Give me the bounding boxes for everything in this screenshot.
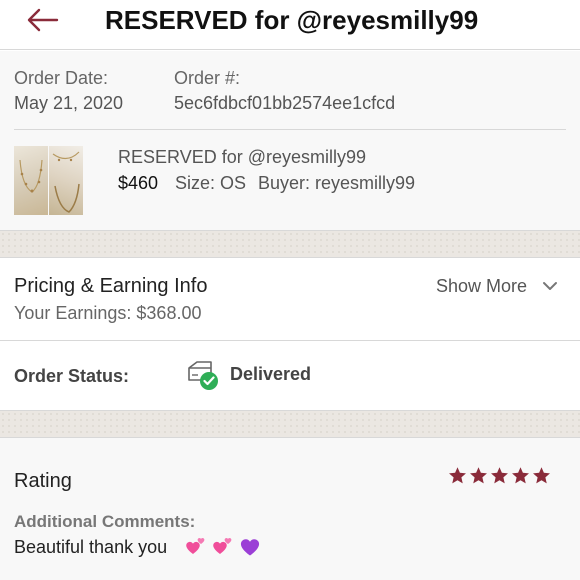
star-icon	[533, 467, 550, 484]
order-date-value: May 21, 2020	[14, 93, 124, 113]
star-icon	[512, 467, 529, 484]
back-button[interactable]	[24, 6, 64, 36]
thumbnail-photo	[49, 146, 83, 215]
two-hearts-icon	[213, 538, 232, 554]
item-price: $460	[118, 173, 159, 193]
order-item[interactable]: RESERVED for @reyesmilly99 $460 Size: OS…	[0, 130, 580, 230]
star-icon	[470, 467, 487, 484]
comments-text: Beautiful thank you	[14, 537, 168, 557]
order-status-row: Order Status: Delivered	[0, 340, 580, 410]
order-status-label: Order Status:	[14, 366, 130, 386]
order-number-value: 5ec6fdbcf01bb2574ee1cfcd	[174, 93, 396, 113]
star-icon	[491, 467, 508, 484]
section-separator	[0, 230, 580, 258]
earnings-text: Your Earnings: $368.00	[14, 303, 202, 323]
order-status-value: Delivered	[230, 364, 312, 384]
rating-title: Rating	[14, 470, 72, 492]
chevron-down-icon	[543, 282, 557, 290]
box-check-icon	[188, 361, 218, 390]
purple-heart-icon	[240, 539, 260, 556]
order-details: Order Date: May 21, 2020 Order #: 5ec6fd…	[0, 51, 580, 131]
order-date-label: Order Date:	[14, 68, 109, 88]
star-icon	[449, 467, 466, 484]
item-thumbnail	[14, 146, 83, 215]
show-more-label: Show More	[436, 276, 528, 296]
order-number-label: Order #:	[174, 68, 241, 88]
pricing-section: Pricing & Earning Info Your Earnings: $3…	[0, 258, 580, 340]
top-bar: RESERVED for @reyesmilly99	[0, 0, 580, 50]
comments-label: Additional Comments:	[14, 512, 196, 531]
item-buyer: Buyer: reyesmilly99	[258, 173, 416, 193]
section-separator	[0, 410, 580, 438]
show-more-button[interactable]: Show More	[436, 276, 557, 300]
page-title: RESERVED for @reyesmilly99	[105, 5, 479, 35]
item-size: Size: OS	[175, 173, 247, 193]
rating-section: Rating Additional Comments: Beautiful th…	[0, 438, 580, 580]
item-title: RESERVED for @reyesmilly99	[118, 147, 367, 167]
arrow-left-icon	[27, 8, 59, 32]
pricing-title: Pricing & Earning Info	[14, 275, 208, 297]
thumbnail-photo	[14, 146, 48, 215]
two-hearts-icon	[186, 538, 205, 554]
star-rating	[448, 466, 552, 486]
